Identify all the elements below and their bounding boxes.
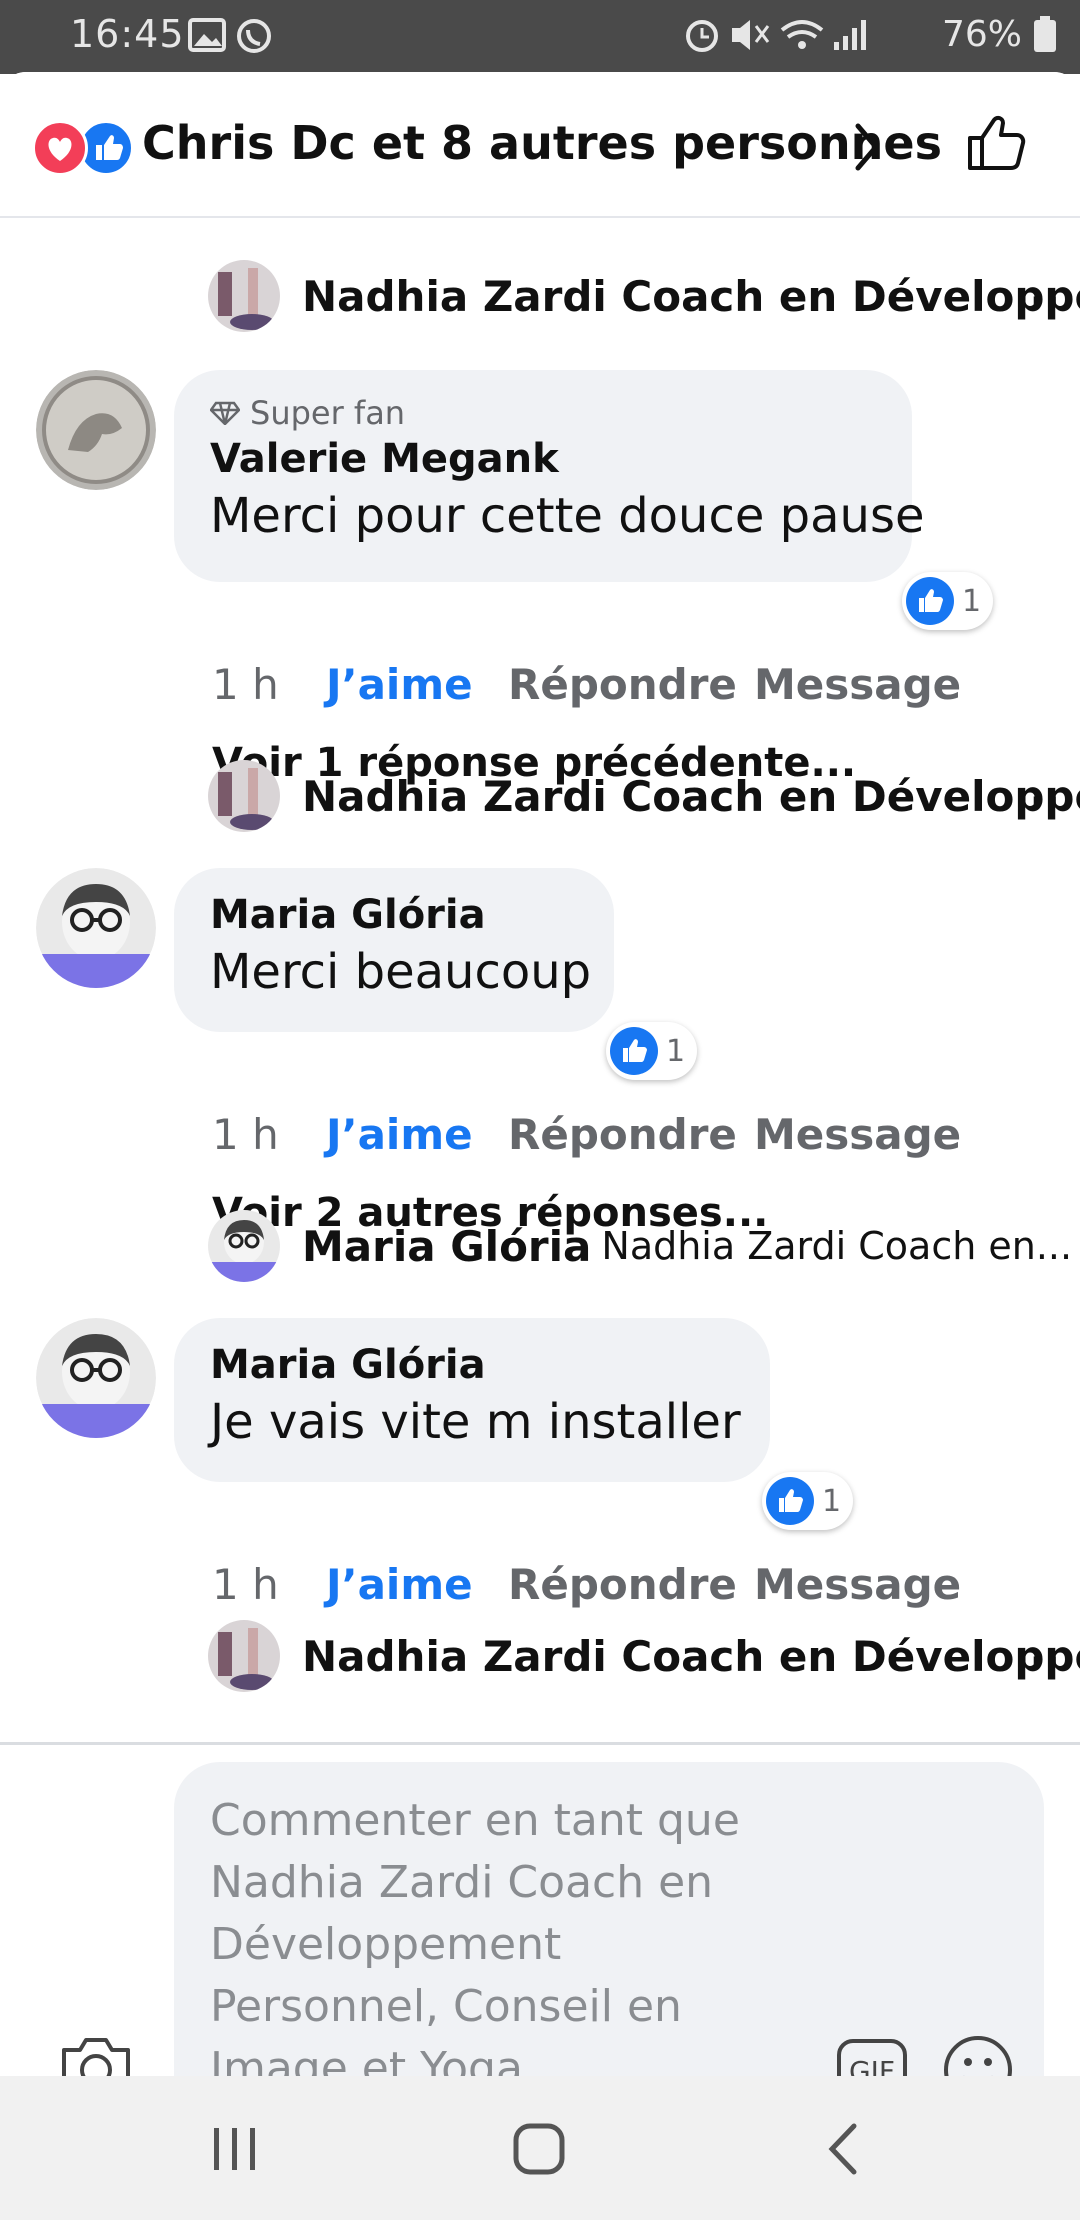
avatar[interactable] bbox=[36, 868, 156, 988]
comment-reactions[interactable]: 1 bbox=[606, 1022, 698, 1080]
reply-preview[interactable]: Maria Glória Nadhia Zardi Coach en... bbox=[208, 1210, 1072, 1282]
comment-time: 1 h bbox=[212, 1110, 279, 1159]
comments-sheet: Chris Dc et 8 autres personnes Nadhia Za… bbox=[0, 72, 1080, 2076]
battery-icon bbox=[1034, 16, 1056, 52]
comment-bubble[interactable]: Maria Glória Merci beaucoup bbox=[174, 868, 614, 1032]
reply-button[interactable]: Répondre bbox=[508, 660, 754, 709]
signal-icon bbox=[833, 20, 866, 50]
home-icon[interactable] bbox=[512, 2122, 566, 2176]
reply-button[interactable]: Répondre bbox=[508, 1560, 754, 1609]
avatar[interactable] bbox=[208, 1210, 280, 1282]
diamond-icon bbox=[210, 401, 240, 425]
alarm-icon bbox=[685, 20, 718, 52]
reply-snippet: Nadhia Zardi Coach en... bbox=[601, 1224, 1073, 1268]
battery-level: 76% bbox=[941, 13, 1022, 55]
gallery-icon bbox=[188, 18, 226, 52]
comment-input[interactable]: Commenter en tant que Nadhia Zardi Coach… bbox=[174, 1762, 1044, 2076]
comment-reactions[interactable]: 1 bbox=[902, 572, 994, 630]
comment-author[interactable]: Maria Glória bbox=[210, 892, 578, 938]
comment-bubble[interactable]: Maria Glória Je vais vite m installer bbox=[174, 1318, 770, 1482]
comment-text: Je vais vite m installer bbox=[210, 1394, 741, 1450]
reactions-header[interactable]: Chris Dc et 8 autres personnes bbox=[0, 72, 1080, 218]
composer-divider bbox=[0, 1742, 1080, 1745]
comment-placeholder: Commenter en tant que Nadhia Zardi Coach… bbox=[210, 1795, 740, 2076]
whatsapp-icon bbox=[237, 19, 271, 53]
comment-author[interactable]: Valerie Megank bbox=[210, 436, 876, 482]
reply-button[interactable]: Répondre bbox=[508, 1110, 754, 1159]
thumbs-up-icon[interactable] bbox=[964, 110, 1028, 174]
like-reaction-icon bbox=[766, 1477, 814, 1525]
like-button[interactable]: J’aime bbox=[326, 660, 508, 709]
super-fan-badge: Super fan bbox=[210, 394, 876, 432]
reply-more: ... bbox=[1014, 268, 1060, 314]
reply-preview[interactable]: Nadhia Zardi Coach en Développem... bbox=[208, 760, 1080, 832]
reply-more: ... bbox=[1014, 768, 1060, 814]
avatar[interactable] bbox=[208, 260, 280, 332]
comment-actions: 1 h J’aime Répondre Message bbox=[212, 1560, 961, 1609]
reply-author[interactable]: Nadhia Zardi Coach en Développem... bbox=[302, 1632, 1080, 1681]
like-button[interactable]: J’aime bbox=[326, 1560, 508, 1609]
reply-preview[interactable]: Nadhia Zardi Coach en Développem... bbox=[208, 260, 1080, 332]
emoji-icon[interactable] bbox=[942, 2034, 1014, 2076]
comment-author[interactable]: Maria Glória bbox=[210, 1342, 734, 1388]
system-nav-bar bbox=[0, 2076, 1080, 2220]
reply-preview[interactable]: Nadhia Zardi Coach en Développem... bbox=[208, 1620, 1080, 1692]
avatar[interactable] bbox=[208, 760, 280, 832]
avatar[interactable] bbox=[208, 1620, 280, 1692]
message-button[interactable]: Message bbox=[754, 1110, 961, 1159]
avatar[interactable] bbox=[36, 1318, 156, 1438]
notification-icons bbox=[188, 16, 278, 60]
avatar[interactable] bbox=[36, 370, 156, 490]
gif-label: GIF bbox=[849, 2055, 895, 2076]
comment-actions: 1 h J’aime Répondre Message bbox=[212, 660, 961, 709]
like-reaction-icon bbox=[610, 1027, 658, 1075]
comment-bubble[interactable]: Super fan Valerie Megank Merci pour cett… bbox=[174, 370, 925, 582]
like-reaction-icon bbox=[906, 577, 954, 625]
wifi-icon bbox=[780, 20, 824, 49]
heart-reaction-icon bbox=[32, 120, 88, 176]
comment-time: 1 h bbox=[212, 1560, 279, 1609]
comment-time: 1 h bbox=[212, 660, 279, 709]
reaction-count: 1 bbox=[822, 1483, 842, 1519]
badge-label: Super fan bbox=[250, 394, 406, 432]
chevron-right-icon[interactable] bbox=[852, 122, 882, 172]
reactors-summary[interactable]: Chris Dc et 8 autres personnes bbox=[142, 116, 942, 170]
reply-author[interactable]: Nadhia Zardi Coach en Développem... bbox=[302, 772, 1080, 821]
comment-text: Merci beaucoup bbox=[210, 944, 592, 1000]
reaction-count: 1 bbox=[666, 1033, 686, 1069]
comment-text: Merci pour cette douce pause bbox=[210, 488, 925, 544]
like-button[interactable]: J’aime bbox=[326, 1110, 508, 1159]
comment-actions: 1 h J’aime Répondre Message bbox=[212, 1110, 961, 1159]
gif-button[interactable]: GIF bbox=[836, 2038, 908, 2076]
recents-icon[interactable] bbox=[210, 2124, 260, 2174]
message-button[interactable]: Message bbox=[754, 660, 961, 709]
reply-more: ... bbox=[1014, 1628, 1060, 1674]
camera-icon[interactable] bbox=[58, 2034, 134, 2076]
reply-author[interactable]: Maria Glória bbox=[302, 1222, 591, 1271]
message-button[interactable]: Message bbox=[754, 1560, 961, 1609]
reaction-count: 1 bbox=[962, 583, 982, 619]
status-time: 16:45 bbox=[70, 12, 185, 56]
back-icon[interactable] bbox=[826, 2122, 860, 2176]
status-bar: 16:45 76% bbox=[0, 0, 1080, 74]
reply-author[interactable]: Nadhia Zardi Coach en Développem... bbox=[302, 272, 1080, 321]
comment-reactions[interactable]: 1 bbox=[762, 1472, 854, 1530]
status-right: 76% bbox=[682, 12, 1058, 56]
mute-icon bbox=[731, 20, 770, 50]
